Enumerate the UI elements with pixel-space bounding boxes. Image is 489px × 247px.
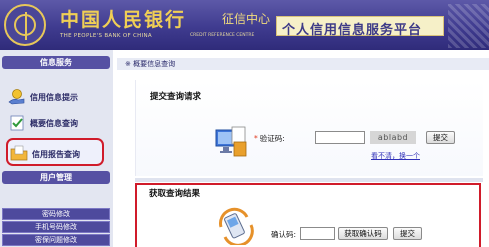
header-lace-pattern bbox=[448, 4, 489, 48]
breadcrumb: ※ 概要信息查询 bbox=[117, 58, 489, 70]
get-result-panel: 获取查询结果 确认码: 获取确认码 提交 bbox=[135, 183, 481, 247]
monitor-document-icon bbox=[215, 126, 247, 157]
phone-sync-icon bbox=[219, 207, 254, 245]
folder-report-icon bbox=[10, 145, 28, 161]
bank-name-en: THE PEOPLE'S BANK OF CHINA bbox=[60, 33, 152, 39]
confirmation-code-label: 确认码: bbox=[271, 230, 297, 239]
submit-query-button[interactable]: 提交 bbox=[426, 131, 455, 144]
captcha-image: ablabd bbox=[370, 131, 416, 144]
hand-coin-icon bbox=[8, 89, 25, 105]
checkmark-doc-icon bbox=[10, 115, 24, 131]
sidebar-item-credit-tips[interactable]: 信用信息提示 bbox=[6, 86, 108, 108]
sidebar-item-label: 概要信息查询 bbox=[30, 119, 78, 128]
sidebar-item-credit-report-query[interactable]: 信用报告查询 bbox=[6, 138, 104, 166]
submit-query-title: 提交查询请求 bbox=[150, 92, 202, 102]
bank-name-cn: 中国人民银行 bbox=[60, 9, 187, 31]
section-divider bbox=[135, 178, 483, 182]
verification-code-label-text: 验证码: bbox=[259, 134, 285, 143]
refresh-captcha-link[interactable]: 看不清，换一个 bbox=[371, 151, 420, 161]
get-confirmation-code-button[interactable]: 获取确认码 bbox=[338, 227, 388, 240]
platform-title: 个人信用信息服务平台 bbox=[282, 23, 423, 38]
verification-code-input[interactable] bbox=[315, 131, 365, 144]
credit-center-en: CREDIT REFERENCE CENTRE bbox=[190, 33, 255, 38]
submit-result-button[interactable]: 提交 bbox=[393, 227, 422, 240]
required-star: * bbox=[254, 134, 258, 143]
credit-center-cn: 征信中心 bbox=[222, 12, 271, 26]
sidebar-item-summary-query[interactable]: 概要信息查询 bbox=[6, 112, 108, 134]
sidebar-link-change-security-question[interactable]: 密保问题修改 bbox=[2, 234, 110, 246]
sidebar-link-change-phone[interactable]: 手机号码修改 bbox=[2, 221, 110, 233]
sidebar-item-label: 信用报告查询 bbox=[32, 150, 80, 159]
sidebar-link-change-password[interactable]: 密码修改 bbox=[2, 208, 110, 220]
sidebar: 信息服务 信用信息提示 概要信息查询 信用报告查询 用户管理 密码修改 手机号码… bbox=[0, 50, 113, 247]
main-content: ※ 概要信息查询 提交查询请求 * 验证码: ablabd 提交 看不清，换一个 … bbox=[117, 50, 489, 247]
sidebar-section-user-management: 用户管理 bbox=[2, 171, 110, 184]
site-header: 中国人民银行 征信中心 THE PEOPLE'S BANK OF CHINA C… bbox=[0, 0, 489, 50]
get-result-title: 获取查询结果 bbox=[149, 189, 201, 199]
sidebar-section-info-services: 信息服务 bbox=[2, 56, 110, 69]
submit-query-panel: 提交查询请求 * 验证码: ablabd 提交 看不清，换一个 bbox=[135, 80, 483, 176]
verification-code-label: * 验证码: bbox=[254, 133, 285, 144]
platform-title-box: 个人信用信息服务平台 bbox=[276, 16, 444, 38]
logo-center-bar bbox=[25, 12, 27, 40]
pboc-logo-icon bbox=[4, 4, 46, 46]
breadcrumb-text: ※ 概要信息查询 bbox=[125, 60, 176, 68]
confirmation-code-input[interactable] bbox=[300, 227, 335, 240]
sidebar-item-label: 信用信息提示 bbox=[30, 93, 78, 102]
